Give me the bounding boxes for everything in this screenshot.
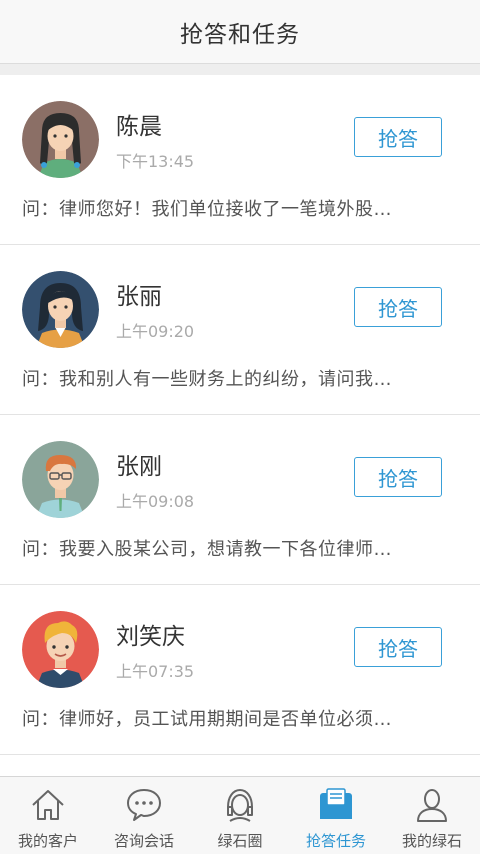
timestamp: 上午09:20 <box>116 322 195 341</box>
grab-answer-button[interactable]: 抢答 <box>354 117 442 157</box>
avatar <box>22 101 99 178</box>
avatar-girl-braids-icon <box>22 101 99 178</box>
question-preview: 问：我要入股某公司，想请教一下各位律师… <box>22 539 392 560</box>
grab-answer-button[interactable]: 抢答 <box>354 287 442 327</box>
grab-answer-button[interactable]: 抢答 <box>354 627 442 667</box>
tab-my-lvshi[interactable]: 我的绿石 <box>384 777 480 854</box>
user-icon <box>412 785 452 825</box>
client-name: 陈晨 <box>116 114 162 140</box>
question-preview: 问：律师好，员工试用期期间是否单位必须… <box>22 709 392 730</box>
tab-lvshi-circle[interactable]: 绿石圈 <box>192 777 288 854</box>
tab-grab-tasks[interactable]: 抢答任务 <box>288 777 384 854</box>
header-spacer <box>0 64 480 75</box>
home-icon <box>28 785 68 825</box>
timestamp: 上午09:08 <box>116 492 195 511</box>
list-item[interactable]: 刘笑庆 上午07:35 抢答 问：律师好，员工试用期期间是否单位必须… <box>0 585 480 755</box>
app-screen: 抢答和任务 陈晨 下午13:45 抢答 问：律师您好！我们单位接收了一笔境外股…… <box>0 0 480 854</box>
top-bar: 抢答和任务 <box>0 0 480 64</box>
timestamp: 下午13:45 <box>116 152 195 171</box>
list-item[interactable]: 陈晨 下午13:45 抢答 问：律师您好！我们单位接收了一笔境外股… <box>0 75 480 245</box>
headset-icon <box>220 785 260 825</box>
list-item[interactable]: 张刚 上午09:08 抢答 问：我要入股某公司，想请教一下各位律师… <box>0 415 480 585</box>
task-list: 陈晨 下午13:45 抢答 问：律师您好！我们单位接收了一笔境外股… 张丽 上午… <box>0 75 480 755</box>
tab-label: 我的绿石 <box>401 832 462 850</box>
avatar-man-glasses-icon <box>22 441 99 518</box>
tab-label: 咨询会话 <box>113 832 174 850</box>
list-item[interactable]: 张丽 上午09:20 抢答 问：我和别人有一些财务上的纠纷，请问我… <box>0 245 480 415</box>
question-preview: 问：律师您好！我们单位接收了一笔境外股… <box>22 199 392 220</box>
avatar <box>22 441 99 518</box>
task-envelope-icon <box>316 785 356 825</box>
avatar-boy-blond-icon <box>22 611 99 688</box>
question-preview: 问：我和别人有一些财务上的纠纷，请问我… <box>22 369 392 390</box>
timestamp: 上午07:35 <box>116 662 195 681</box>
client-name: 张刚 <box>116 454 162 480</box>
tab-my-clients[interactable]: 我的客户 <box>0 777 96 854</box>
tab-consult-chat[interactable]: 咨询会话 <box>96 777 192 854</box>
avatar-woman-long-hair-icon <box>22 271 99 348</box>
chat-bubble-icon <box>124 785 164 825</box>
client-name: 刘笑庆 <box>116 624 185 650</box>
bottom-tab-bar: 我的客户 咨询会话 绿石圈 抢答任务 我的绿石 <box>0 776 480 854</box>
tab-label: 抢答任务 <box>305 832 366 850</box>
avatar <box>22 611 99 688</box>
page-title: 抢答和任务 <box>180 21 300 48</box>
tab-label: 绿石圈 <box>217 832 263 850</box>
client-name: 张丽 <box>116 284 162 310</box>
tab-label: 我的客户 <box>17 832 78 850</box>
grab-answer-button[interactable]: 抢答 <box>354 457 442 497</box>
avatar <box>22 271 99 348</box>
